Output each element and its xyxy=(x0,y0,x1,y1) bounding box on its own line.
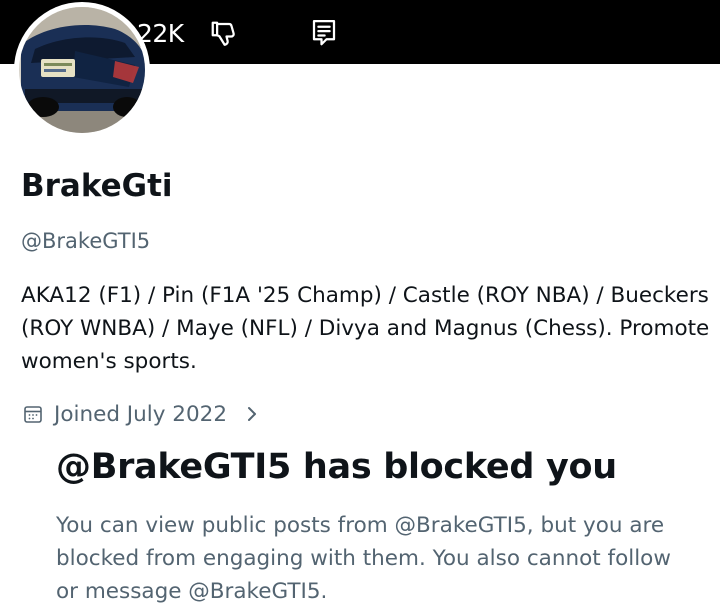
notes-icon xyxy=(312,20,336,46)
avatar[interactable] xyxy=(14,2,150,138)
display-name: BrakeGti xyxy=(21,168,173,204)
thumbs-down-icon xyxy=(211,21,235,46)
blocked-title: @BrakeGTI5 has blocked you xyxy=(56,447,617,487)
dislike-button[interactable] xyxy=(206,17,242,51)
chevron-right-icon xyxy=(245,405,259,423)
joined-date: Joined July 2022 xyxy=(54,401,228,427)
calendar-icon xyxy=(22,403,44,425)
notes-button[interactable] xyxy=(306,15,342,51)
joined-row[interactable]: Joined July 2022 xyxy=(22,399,259,429)
avatar-image xyxy=(19,7,145,133)
handle: @BrakeGTI5 xyxy=(21,229,151,253)
blocked-message: You can view public posts from @BrakeGTI… xyxy=(56,513,671,604)
bio: AKA12 (F1) / Pin (F1A '25 Champ) / Castl… xyxy=(21,283,710,374)
